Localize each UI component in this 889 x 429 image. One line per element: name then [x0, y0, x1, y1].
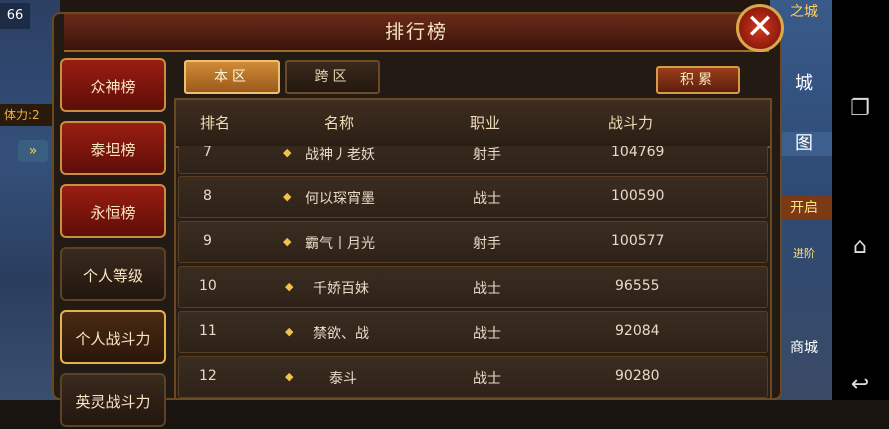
- gem-icon: ◆: [285, 370, 294, 383]
- cell-name: 何以琛宵墨: [305, 191, 375, 207]
- category-titan[interactable]: 泰坦榜: [60, 121, 166, 175]
- cell-rank: 9: [203, 233, 212, 249]
- ranking-table[interactable]: 排名 名称 职业 战斗力 7 ◆ 战神丿老妖 射手 104769 8 ◆ 何以琛…: [174, 98, 772, 400]
- right-label-1[interactable]: 城: [776, 72, 832, 96]
- cell-job: 战士: [473, 281, 501, 297]
- system-navbar: [832, 0, 889, 400]
- gem-icon: ◆: [283, 146, 292, 159]
- gem-icon: ◆: [285, 280, 294, 293]
- gem-icon: ◆: [283, 235, 292, 248]
- cell-rank: 12: [199, 368, 217, 384]
- gem-icon: ◆: [283, 190, 292, 203]
- panel-title: 排行榜: [384, 21, 448, 43]
- close-button[interactable]: ✕: [736, 4, 784, 52]
- game-background-left: [0, 0, 60, 400]
- right-label-3[interactable]: 开启: [776, 196, 832, 220]
- gem-icon: ◆: [285, 325, 294, 338]
- table-row[interactable]: 10 ◆ 千娇百妹 战士 96555: [178, 266, 768, 308]
- table-row[interactable]: 9 ◆ 霸气丨月光 射手 100577: [178, 221, 768, 263]
- right-label-2[interactable]: 图: [776, 132, 832, 156]
- cell-power: 90280: [615, 368, 660, 384]
- cell-job: 战士: [473, 326, 501, 342]
- category-hero-power[interactable]: 英灵战斗力: [60, 373, 166, 427]
- table-row[interactable]: 7 ◆ 战神丿老妖 射手 104769: [178, 146, 768, 174]
- points-button[interactable]: 积累: [656, 66, 740, 94]
- cell-rank: 11: [199, 323, 217, 339]
- cell-job: 战士: [473, 371, 501, 387]
- cell-name: 千娇百妹: [313, 281, 369, 297]
- category-gods[interactable]: 众神榜: [60, 58, 166, 112]
- cell-rank: 8: [203, 188, 212, 204]
- tab-local-server[interactable]: 本区: [184, 60, 280, 94]
- table-row[interactable]: 8 ◆ 何以琛宵墨 战士 100590: [178, 176, 768, 218]
- cell-power: 104769: [611, 146, 665, 160]
- column-power: 战斗力: [608, 114, 654, 132]
- table-body: 7 ◆ 战神丿老妖 射手 104769 8 ◆ 何以琛宵墨 战士 100590 …: [176, 146, 770, 398]
- cell-rank: 7: [203, 146, 212, 160]
- right-label-0: 之城: [790, 4, 818, 20]
- table-row[interactable]: 11 ◆ 禁欲、战 战士 92084: [178, 311, 768, 353]
- cell-job: 射手: [473, 147, 501, 163]
- column-job: 职业: [470, 114, 501, 132]
- back-icon[interactable]: ↩: [847, 372, 873, 398]
- cell-power: 96555: [615, 278, 660, 294]
- home-icon[interactable]: ⌂: [847, 234, 873, 260]
- table-row[interactable]: 12 ◆ 泰斗 战士 90280: [178, 356, 768, 398]
- cell-power: 92084: [615, 323, 660, 339]
- right-label-4[interactable]: 进阶: [776, 242, 832, 266]
- cell-rank: 10: [199, 278, 217, 294]
- cell-name: 战神丿老妖: [305, 147, 375, 163]
- category-personal-power[interactable]: 个人战斗力: [60, 310, 166, 364]
- right-label-5[interactable]: 商城: [776, 336, 832, 360]
- player-level: 66: [0, 3, 30, 29]
- recent-apps-icon[interactable]: ❐: [847, 96, 873, 122]
- cell-name: 霸气丨月光: [305, 236, 375, 252]
- table-header: 排名 名称 职业 战斗力: [176, 100, 770, 148]
- tab-cross-server[interactable]: 跨区: [285, 60, 380, 94]
- cell-power: 100590: [611, 188, 665, 204]
- cell-name: 泰斗: [329, 371, 357, 387]
- cell-job: 战士: [473, 191, 501, 207]
- cell-job: 射手: [473, 236, 501, 252]
- column-rank: 排名: [200, 114, 231, 132]
- column-name: 名称: [324, 114, 355, 132]
- cell-name: 禁欲、战: [313, 326, 369, 342]
- cell-power: 100577: [611, 233, 665, 249]
- category-eternal[interactable]: 永恒榜: [60, 184, 166, 238]
- stamina-label: 体力:2: [0, 104, 58, 126]
- expand-arrow-icon[interactable]: »: [18, 140, 48, 162]
- category-personal-level[interactable]: 个人等级: [60, 247, 166, 301]
